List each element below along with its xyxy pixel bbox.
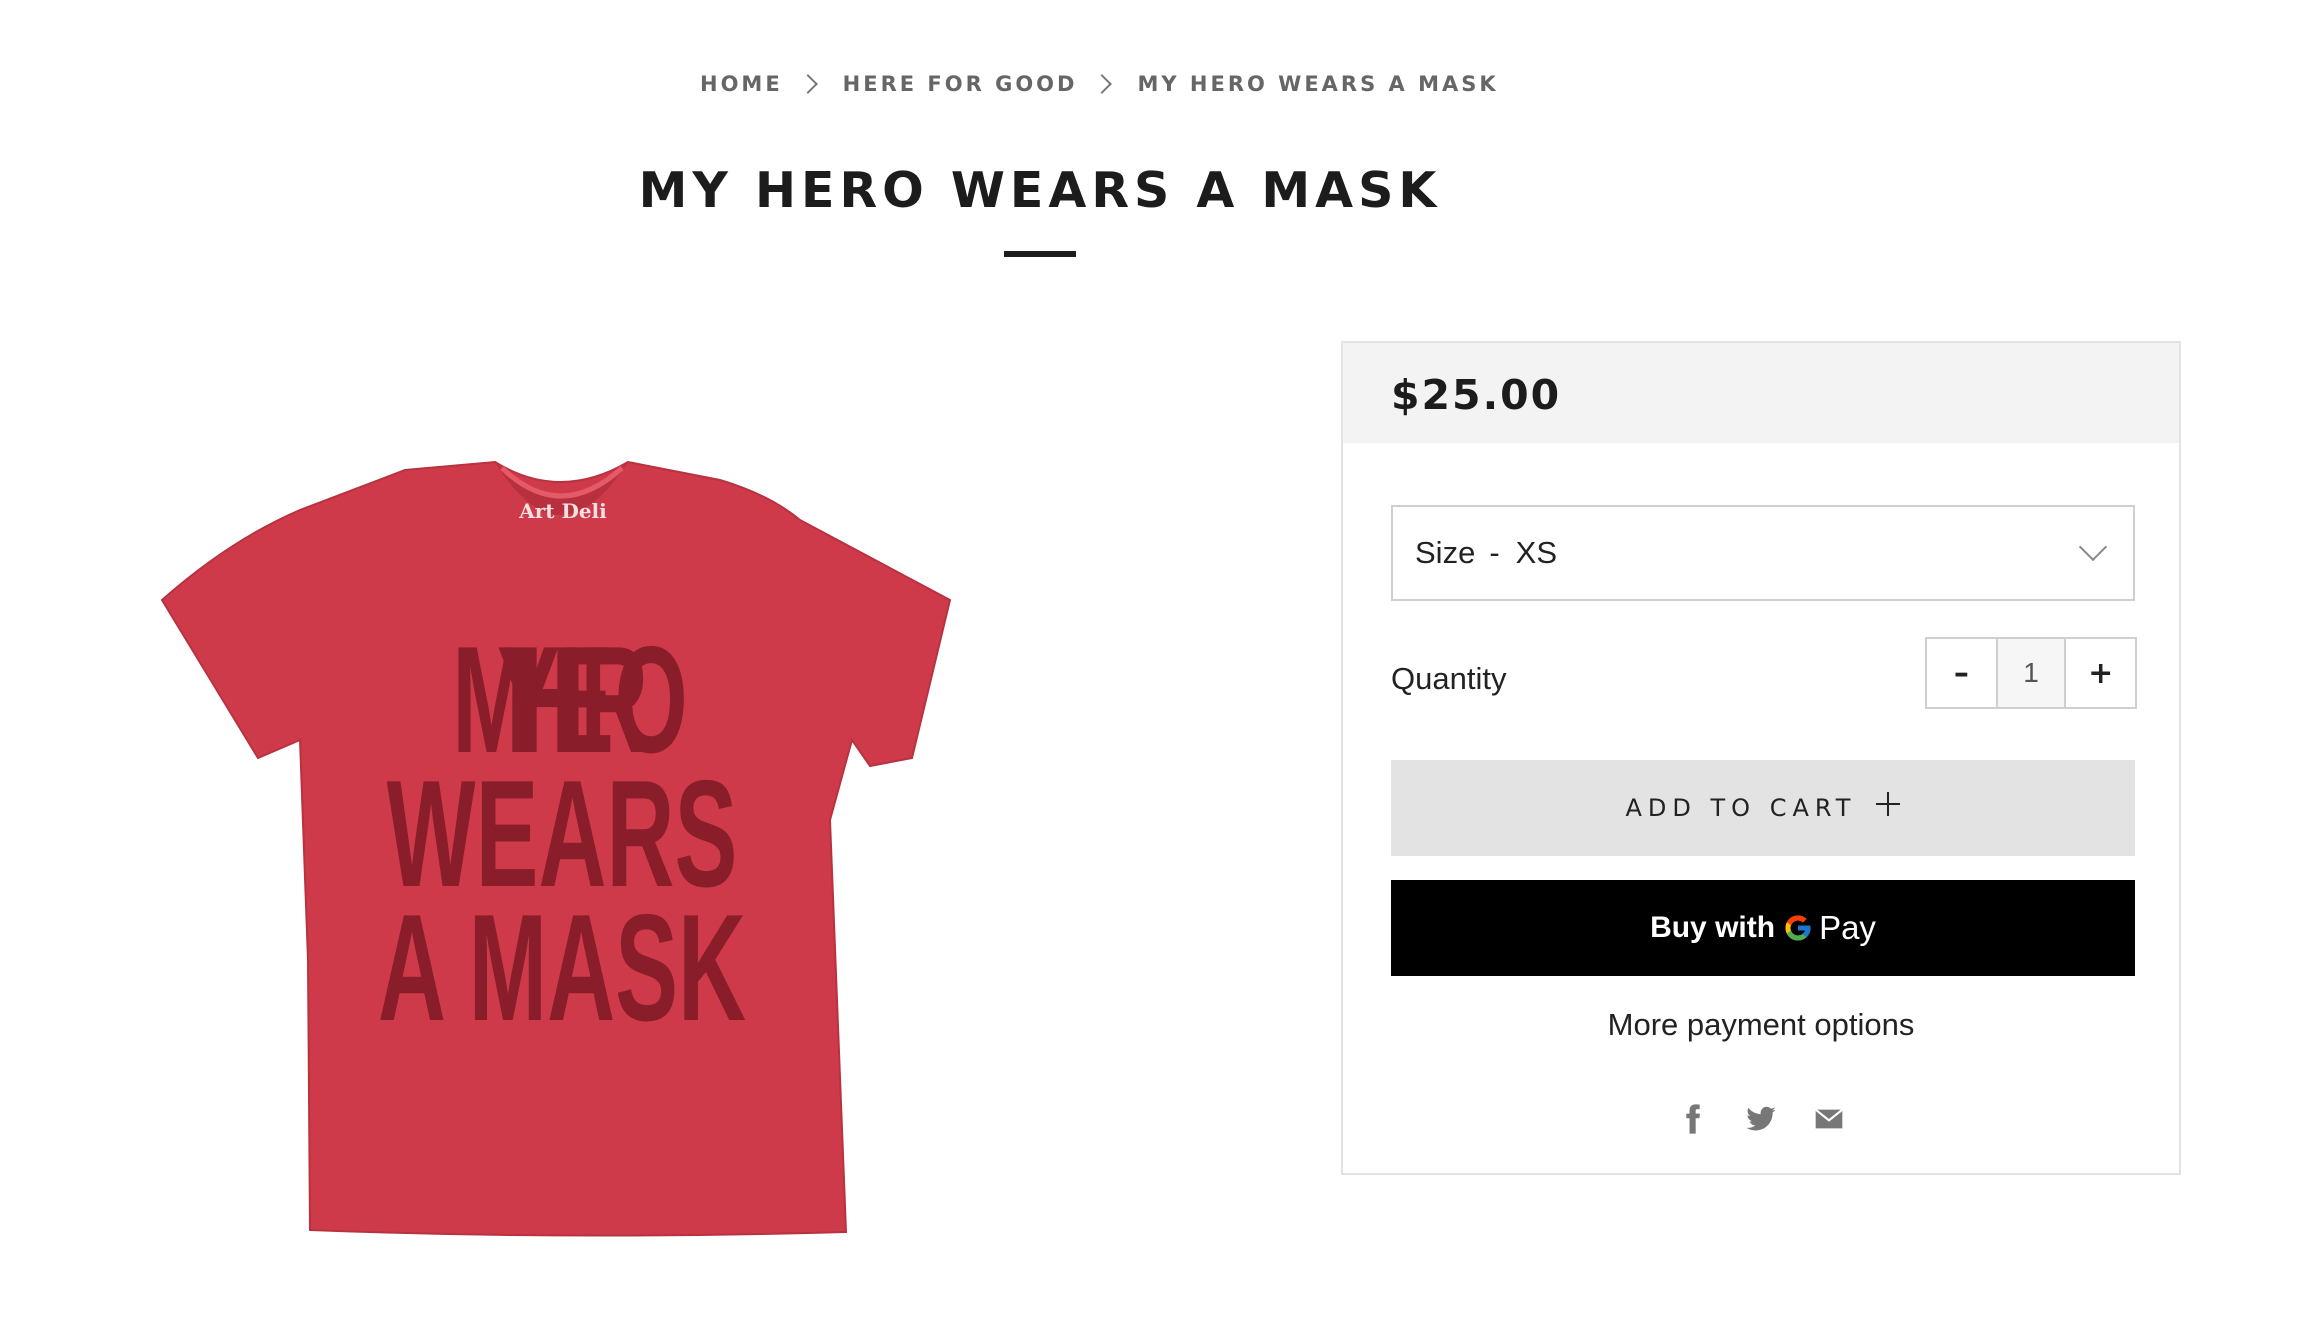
more-payment-options-link[interactable]: More payment options bbox=[1343, 1007, 2179, 1043]
share-icons bbox=[1343, 1103, 2179, 1135]
breadcrumb-collection[interactable]: HERE FOR GOOD bbox=[843, 72, 1078, 96]
size-select[interactable]: Size - XS bbox=[1391, 505, 2135, 601]
email-icon[interactable] bbox=[1813, 1103, 1845, 1135]
quantity-stepper: – 1 + bbox=[1925, 637, 2137, 709]
size-select-value: XS bbox=[1515, 535, 1557, 570]
quantity-input[interactable]: 1 bbox=[1995, 639, 2067, 707]
breadcrumb-home[interactable]: HOME bbox=[700, 72, 783, 96]
page-title: MY HERO WEARS A MASK bbox=[638, 162, 1442, 219]
google-pay-button[interactable]: Buy with Pay bbox=[1391, 880, 2135, 976]
shirt-text-line-3: A MASK bbox=[378, 883, 746, 1052]
gpay-pay-text: Pay bbox=[1819, 909, 1876, 946]
product-price: $25.00 bbox=[1391, 371, 1562, 419]
collar-logo-text: Art Deli bbox=[518, 499, 607, 523]
add-to-cart-label: ADD TO CART bbox=[1625, 794, 1857, 822]
gpay-buy-with-text: Buy with bbox=[1650, 911, 1776, 944]
price-bar: $25.00 bbox=[1343, 343, 2179, 443]
quantity-label: Quantity bbox=[1391, 661, 1507, 696]
plus-icon bbox=[1876, 792, 1901, 816]
title-underline bbox=[1004, 251, 1076, 257]
add-to-cart-button[interactable]: ADD TO CART bbox=[1391, 760, 2135, 856]
size-select-label: Size bbox=[1415, 535, 1476, 570]
breadcrumb-current: MY HERO WEARS A MASK bbox=[1137, 72, 1499, 96]
google-g-icon bbox=[1785, 915, 1811, 941]
chevron-right-icon bbox=[1092, 74, 1113, 94]
quantity-decrement-button[interactable]: – bbox=[1927, 639, 1996, 707]
facebook-icon[interactable] bbox=[1677, 1103, 1709, 1135]
tshirt-graphic: Art Deli MY HERO WEARS A MASK bbox=[160, 460, 952, 1237]
twitter-icon[interactable] bbox=[1745, 1103, 1777, 1135]
quantity-increment-button[interactable]: + bbox=[2066, 639, 2135, 707]
size-select-separator: - bbox=[1489, 535, 1500, 570]
breadcrumb: HOME HERE FOR GOOD MY HERO WEARS A MASK bbox=[700, 72, 1499, 96]
chevron-down-icon bbox=[2078, 532, 2108, 562]
purchase-panel: $25.00 Size - XS Quantity – 1 + ADD TO C… bbox=[1341, 341, 2181, 1175]
chevron-right-icon bbox=[797, 74, 818, 94]
product-image[interactable]: Art Deli MY HERO WEARS A MASK bbox=[150, 440, 970, 1240]
